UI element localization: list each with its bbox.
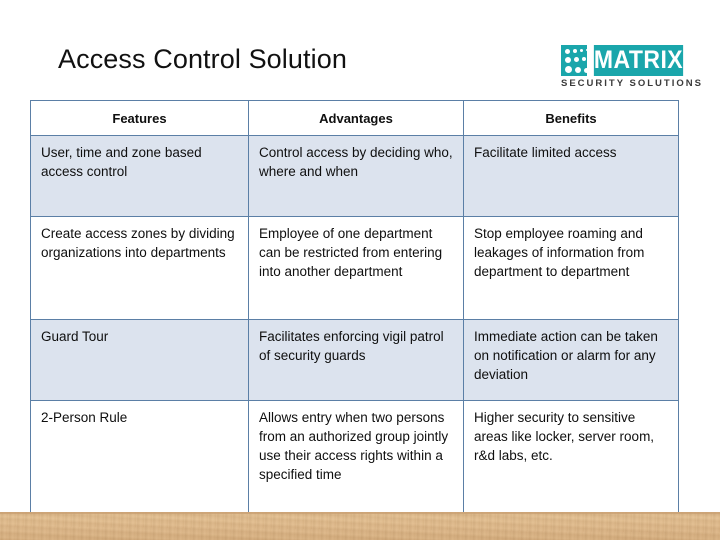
features-table: Features Advantages Benefits User, time …: [30, 100, 679, 526]
cell-benefits: Immediate action can be taken on notific…: [463, 319, 679, 401]
column-header-benefits: Benefits: [463, 100, 679, 136]
cell-features: Create access zones by dividing organiza…: [30, 216, 249, 320]
cell-features: User, time and zone based access control: [30, 135, 249, 217]
cell-features: 2-Person Rule: [30, 400, 249, 526]
slide-canvas: Access Control Solution MATRIX SECURITY …: [0, 0, 720, 540]
cell-benefits: Higher security to sensitive areas like …: [463, 400, 679, 526]
column-header-advantages: Advantages: [248, 100, 464, 136]
cell-benefits: Facilitate limited access: [463, 135, 679, 217]
cell-advantages: Facilitates enforcing vigil patrol of se…: [248, 319, 464, 401]
cell-advantages: Allows entry when two persons from an au…: [248, 400, 464, 526]
page-title: Access Control Solution: [58, 44, 347, 74]
cell-advantages: Employee of one department can be restri…: [248, 216, 464, 320]
table-row: User, time and zone based access control…: [30, 135, 679, 217]
cell-benefits: Stop employee roaming and leakages of in…: [463, 216, 679, 320]
column-header-features: Features: [30, 100, 249, 136]
logo-wordmark: MATRIX: [593, 45, 684, 76]
table-row: Create access zones by dividing organiza…: [30, 216, 679, 320]
dot-grid-icon: [561, 45, 589, 76]
cell-advantages: Control access by deciding who, where an…: [248, 135, 464, 217]
cell-features: Guard Tour: [30, 319, 249, 401]
logo-mark-row: MATRIX: [561, 45, 687, 76]
table-row: Guard Tour Facilitates enforcing vigil p…: [30, 319, 679, 401]
logo-tagline: SECURITY SOLUTIONS: [561, 78, 703, 89]
table-row: 2-Person Rule Allows entry when two pers…: [30, 400, 679, 526]
table-header-row: Features Advantages Benefits: [30, 100, 679, 136]
cardboard-band-edge: [0, 512, 720, 514]
cardboard-band: [0, 512, 720, 540]
matrix-logo: MATRIX SECURITY SOLUTIONS: [561, 45, 703, 92]
